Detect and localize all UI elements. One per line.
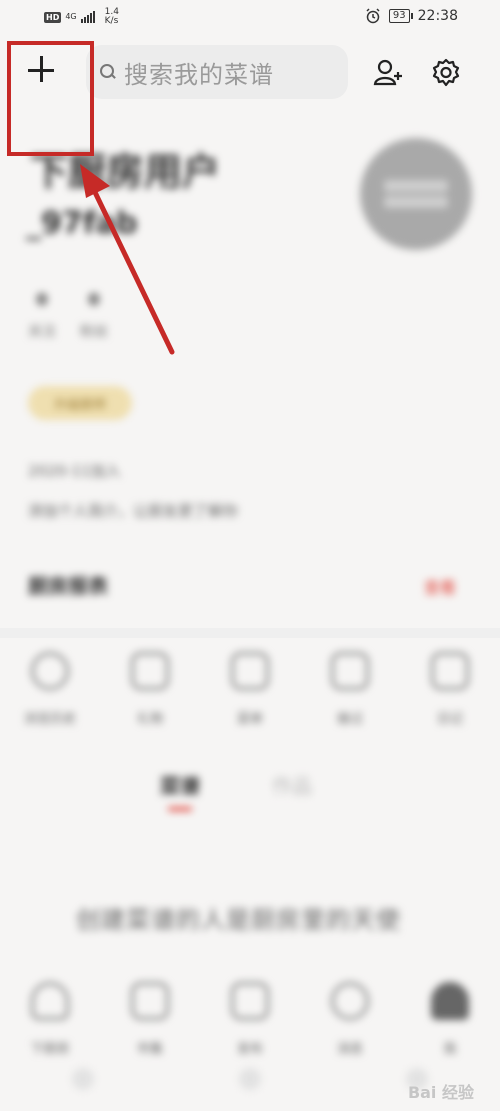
annotation-arrow <box>80 164 175 355</box>
watermark: Bai 经验 <box>407 1083 474 1102</box>
